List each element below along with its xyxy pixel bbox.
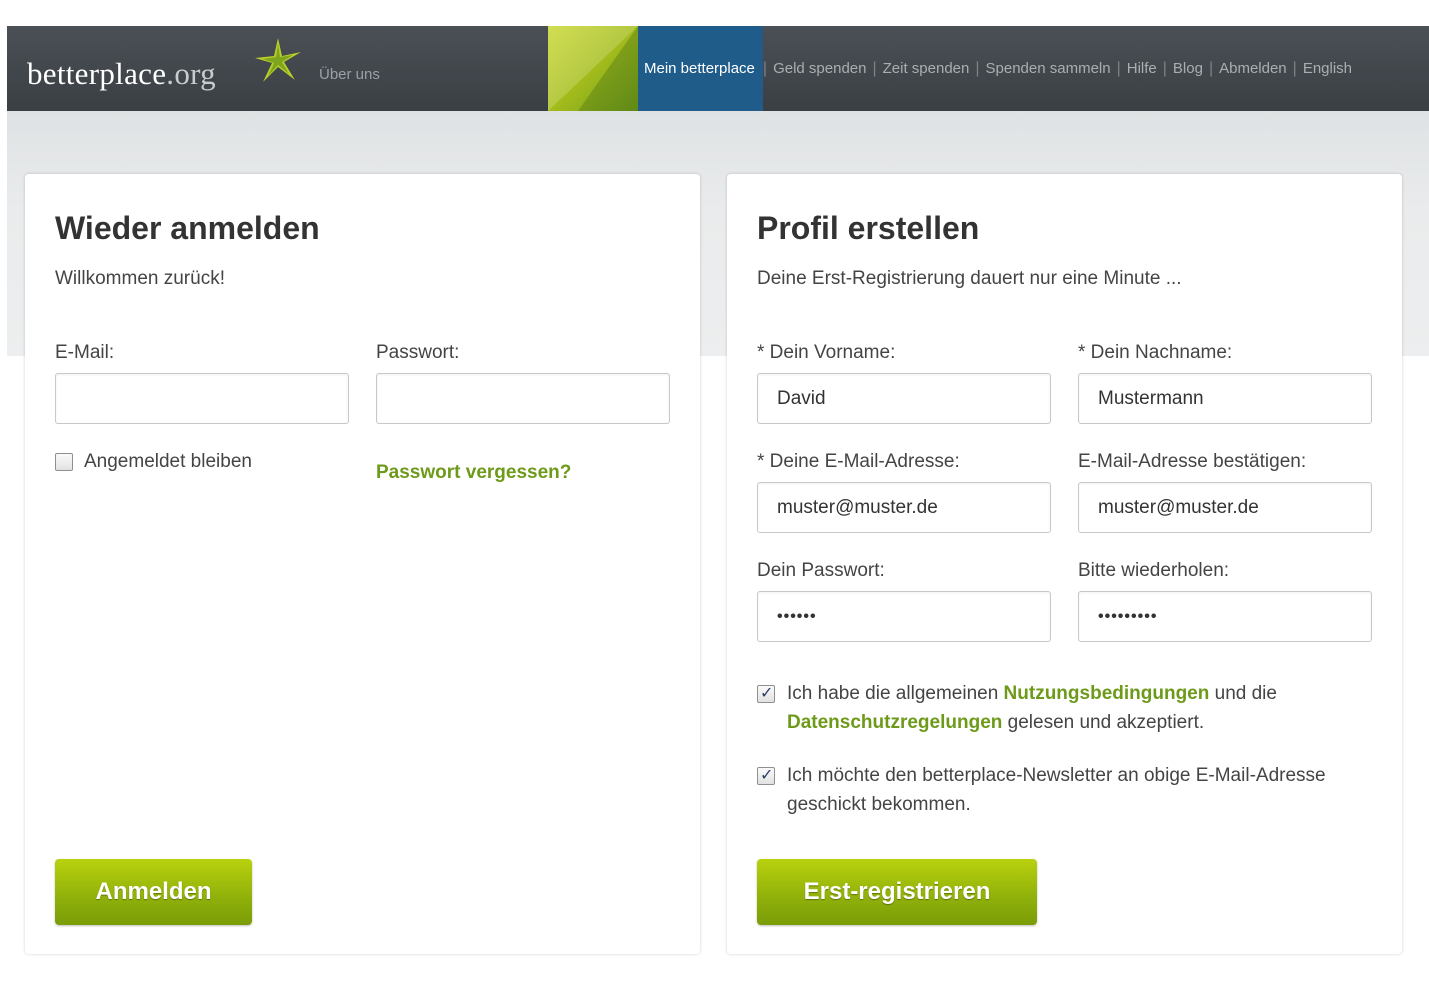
nav-blog[interactable]: Blog bbox=[1167, 26, 1209, 111]
register-title: Profil erstellen bbox=[757, 210, 980, 246]
lastname-label: * Dein Nachname: bbox=[1078, 342, 1233, 363]
login-button[interactable]: Anmelden bbox=[55, 859, 252, 925]
register-email-label: * Deine E-Mail-Adresse: bbox=[757, 451, 960, 472]
betterplace-logo[interactable]: betterplace.org bbox=[27, 56, 216, 92]
newsletter-text: Ich möchte den betterplace-Newsletter an… bbox=[787, 765, 1326, 815]
terms-text: Ich habe die allgemeinen Nutzungsbedingu… bbox=[787, 679, 1347, 737]
nav-mein-betterplace[interactable]: Mein betterplace bbox=[638, 26, 763, 111]
remember-me-label: Angemeldet bleiben bbox=[84, 451, 252, 472]
remember-me-checkbox[interactable] bbox=[55, 453, 73, 471]
register-password-label: Dein Passwort: bbox=[757, 560, 885, 581]
login-password-input[interactable] bbox=[376, 373, 670, 424]
register-panel: Profil erstellen Deine Erst-Registrierun… bbox=[727, 174, 1402, 954]
nav-geld-spenden[interactable]: Geld spenden bbox=[767, 26, 872, 111]
logo-text: betterplace bbox=[27, 56, 167, 91]
main-nav: Mein betterplace | Geld spenden | Zeit s… bbox=[638, 26, 1358, 111]
register-password-input[interactable]: •••••• bbox=[757, 591, 1051, 642]
terms-text-part-1: Ich habe die allgemeinen bbox=[787, 683, 999, 704]
terms-text-part-2: und die bbox=[1214, 683, 1277, 704]
firstname-input[interactable] bbox=[757, 373, 1051, 424]
logo-star-icon bbox=[255, 38, 301, 82]
password-repeat-input[interactable]: ••••••••• bbox=[1078, 591, 1372, 642]
newsletter-checkbox[interactable] bbox=[757, 765, 775, 785]
nav-about-link[interactable]: Über uns bbox=[319, 66, 380, 83]
terms-text-part-3: gelesen und akzeptiert. bbox=[1007, 712, 1205, 733]
firstname-label: * Dein Vorname: bbox=[757, 342, 896, 363]
login-title: Wieder anmelden bbox=[55, 210, 320, 246]
lastname-input[interactable] bbox=[1078, 373, 1372, 424]
register-email-input[interactable] bbox=[757, 482, 1051, 533]
register-button[interactable]: Erst-registrieren bbox=[757, 859, 1037, 925]
login-password-label: Passwort: bbox=[376, 342, 460, 363]
logo-tld: .org bbox=[166, 56, 216, 91]
privacy-policy-link[interactable]: Datenschutzregelungen bbox=[787, 712, 1002, 733]
terms-checkbox[interactable] bbox=[757, 683, 775, 703]
nav-hilfe[interactable]: Hilfe bbox=[1121, 26, 1163, 111]
login-panel: Wieder anmelden Willkommen zurück! E-Mai… bbox=[25, 174, 700, 954]
login-email-input[interactable] bbox=[55, 373, 349, 424]
top-navigation-bar: betterplace.org Über uns Mein betterplac… bbox=[7, 26, 1429, 111]
header-decor-tile bbox=[548, 26, 638, 111]
nav-abmelden[interactable]: Abmelden bbox=[1213, 26, 1293, 111]
nav-english[interactable]: English bbox=[1297, 26, 1358, 111]
login-subtitle: Willkommen zurück! bbox=[55, 268, 225, 289]
password-repeat-label: Bitte wiederholen: bbox=[1078, 560, 1230, 581]
terms-of-use-link[interactable]: Nutzungsbedingungen bbox=[1004, 683, 1210, 704]
forgot-password-link[interactable]: Passwort vergessen? bbox=[376, 462, 571, 484]
email-confirm-label: E-Mail-Adresse bestätigen: bbox=[1078, 451, 1307, 472]
register-subtitle: Deine Erst-Registrierung dauert nur eine… bbox=[757, 268, 1182, 289]
email-confirm-input[interactable] bbox=[1078, 482, 1372, 533]
nav-zeit-spenden[interactable]: Zeit spenden bbox=[877, 26, 976, 111]
nav-spenden-sammeln[interactable]: Spenden sammeln bbox=[980, 26, 1117, 111]
login-email-label: E-Mail: bbox=[55, 342, 115, 363]
